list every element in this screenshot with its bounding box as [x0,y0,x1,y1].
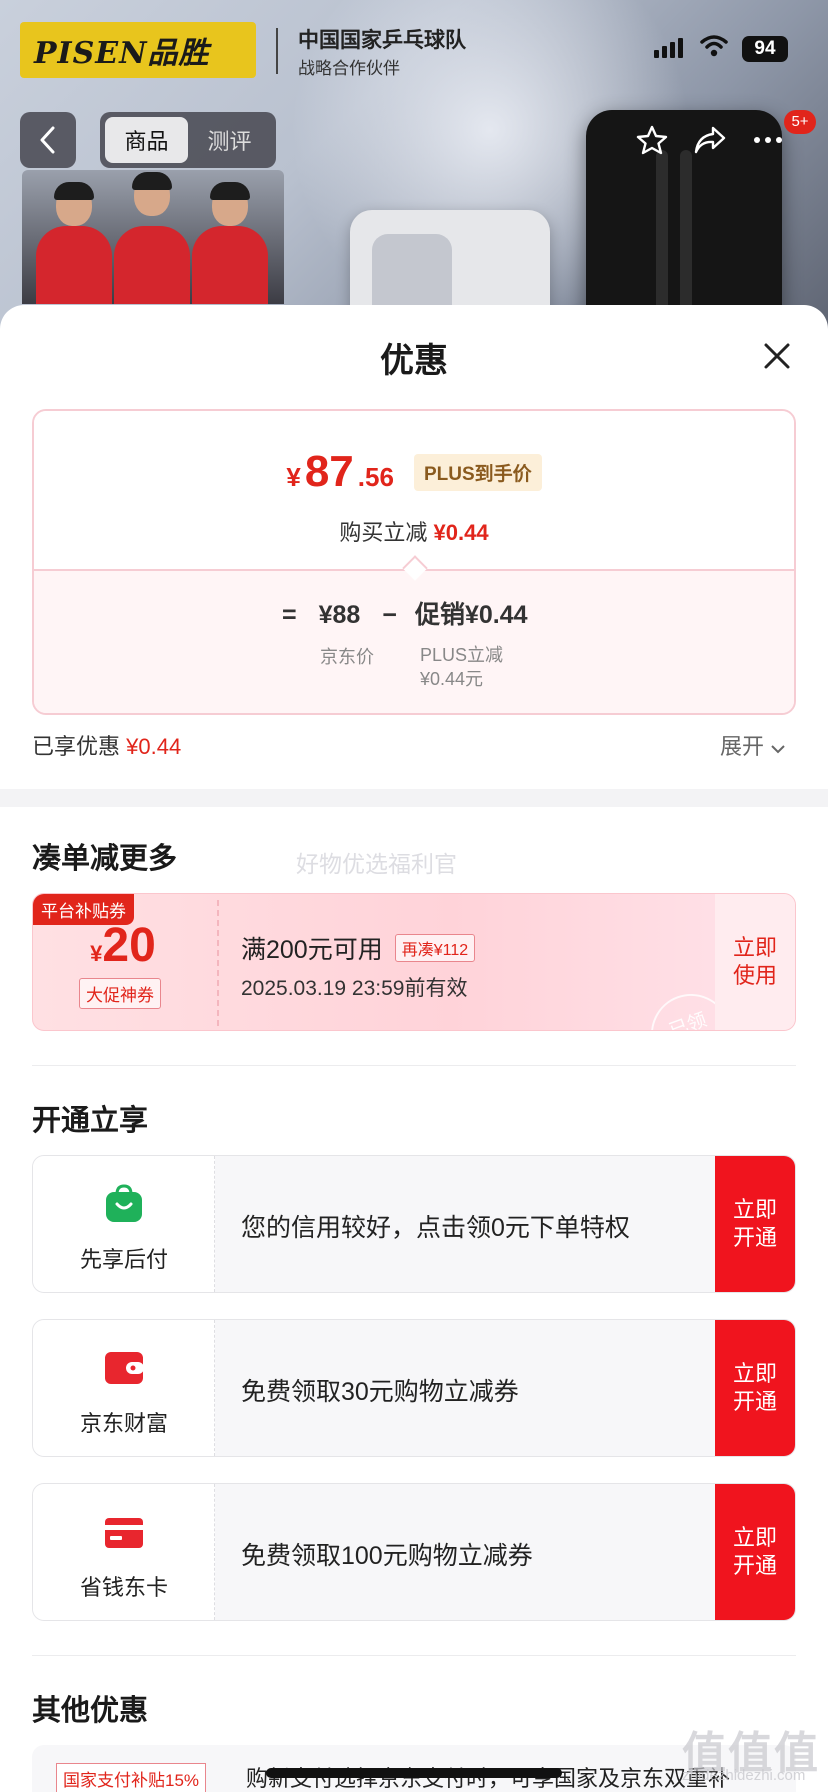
service-name: 省钱东卡 [79,1575,168,1600]
watermark-text: 好物优选福利官 [296,851,457,877]
battery-indicator: 94 [742,36,788,62]
price-decimal: .56 [357,462,394,492]
home-indicator[interactable] [266,1768,562,1778]
coupon-valid-date: 2025.03.19 23:59前有效 [241,977,468,1000]
service-description: 免费领取30元购物立减券 [241,1378,519,1406]
calc-minus: − [382,601,397,629]
brand-team-subtitle: 战略合作伙伴 [298,59,400,78]
star-icon [636,125,668,155]
coupon-condition: 满200元可用 再凑¥112 [241,930,476,966]
service-name: 京东财富 [79,1411,168,1436]
enjoyed-label: 已享优惠 [32,734,121,759]
tab-product[interactable]: 商品 [105,117,188,163]
calc-promo-label-line1: PLUS立减 [420,645,504,665]
price-calculation: = ¥88 − 促销¥0.44 京东价 PLUS立减 ¥0.44元 [34,569,794,713]
service-card-savings: 省钱东卡 免费领取100元购物立减券 立即 开通 [32,1483,796,1621]
calc-promo-label-line2: ¥0.44元 [420,669,484,689]
brand-divider [276,28,278,74]
plus-price-tag: PLUS到手价 [413,453,542,491]
back-button[interactable] [20,112,76,168]
platform-coupon: 平台补贴券 ¥20 大促神券 满200元可用 再凑¥112 2025.03.19… [32,893,796,1031]
final-price: ¥87.56 PLUS到手价 [34,447,794,497]
service-info: 先享后付 [33,1156,215,1292]
coupon-section-title: 凑单减更多 [32,843,178,875]
coupon-condition-text: 满200元可用 [241,936,383,964]
chevron-down-icon [771,745,785,754]
price-currency: ¥ [286,462,301,492]
wallet-icon [105,1352,144,1384]
more-button[interactable] [748,112,788,168]
coupon-amount: ¥20 [33,918,213,973]
calc-base-price: ¥88 [318,601,361,629]
card-icon [105,1518,143,1548]
players-image [22,170,284,304]
expand-label: 展开 [720,734,765,759]
open-service-button[interactable]: 立即 开通 [715,1320,795,1456]
subsidy-tag: 国家支付补贴15% [56,1763,207,1792]
close-icon[interactable] [760,339,794,373]
price-breakdown-card: ¥87.56 PLUS到手价 购买立减 ¥0.44 = ¥88 − 促销¥0.4… [32,409,796,715]
signal-icon [654,38,683,58]
use-coupon-button[interactable]: 立即 使用 [715,894,795,1030]
other-section-title: 其他优惠 [32,1695,149,1727]
brand-team-title: 中国国家乒乓球队 [298,29,466,52]
service-description: 您的信用较好，点击领0元下单特权 [241,1214,630,1242]
coupon-currency: ¥ [90,941,103,966]
reduce-line: 购买立减 ¥0.44 [34,515,794,547]
more-dots-icon [754,137,782,143]
section-gap [0,789,828,807]
top-actions [632,112,788,168]
share-button[interactable] [690,112,730,168]
service-card-wealth: 京东财富 免费领取30元购物立减券 立即 开通 [32,1319,796,1457]
shopping-bag-icon [106,1184,142,1222]
discount-sheet: 优惠 ¥87.56 PLUS到手价 购买立减 ¥0.44 = ¥88 − 促销¥… [0,305,828,1792]
chevron-left-icon [40,126,55,154]
site-watermark-url: zhidezhidezhi.com [682,1767,806,1784]
service-info: 省钱东卡 [33,1484,215,1620]
open-service-button[interactable]: 立即 开通 [715,1484,795,1620]
brand-logo: PISEN品胜 [20,22,256,78]
expand-button[interactable]: 展开 [720,729,786,761]
price-summary: ¥87.56 PLUS到手价 购买立减 ¥0.44 [34,411,794,569]
enjoyed-value: ¥0.44 [126,734,182,759]
coupon-kind: 大促神券 [79,978,161,1009]
price-integer: 87 [304,447,354,496]
service-description: 免费领取100元购物立减券 [241,1542,533,1570]
tab-review[interactable]: 测评 [188,117,271,163]
divider [32,1065,796,1066]
reduce-value: ¥0.44 [433,520,489,545]
calc-row: = ¥88 − 促销¥0.44 [282,595,528,631]
sheet-title: 优惠 [380,342,448,380]
wifi-icon [700,35,728,57]
reduce-label: 购买立减 [339,520,428,545]
brand-logo-text: PISEN品胜 [34,36,210,71]
open-service-button[interactable]: 立即 开通 [715,1156,795,1292]
open-section-title: 开通立享 [32,1105,149,1137]
service-info: 京东财富 [33,1320,215,1456]
calc-promo: 促销¥0.44 [414,601,528,629]
share-icon [694,126,726,154]
calc-equals: = [282,601,297,629]
calc-promo-label: PLUS立减 ¥0.44元 [420,643,503,691]
enjoyed-discount: 已享优惠 ¥0.44 [32,729,181,761]
calc-base-label: 京东价 [320,647,374,667]
coupon-value: 20 [102,919,156,972]
favorite-button[interactable] [632,112,672,168]
message-badge: 5+ [784,110,816,134]
product-tabs: 商品 测评 [100,112,276,168]
service-name: 先享后付 [79,1247,168,1272]
coupon-divider [217,900,219,1026]
divider [32,1655,796,1656]
coupon-more-tag: 再凑¥112 [394,934,476,962]
service-card-paylater: 先享后付 您的信用较好，点击领0元下单特权 立即 开通 [32,1155,796,1293]
coupon-amount-area: 平台补贴券 ¥20 大促神券 [33,894,213,1030]
